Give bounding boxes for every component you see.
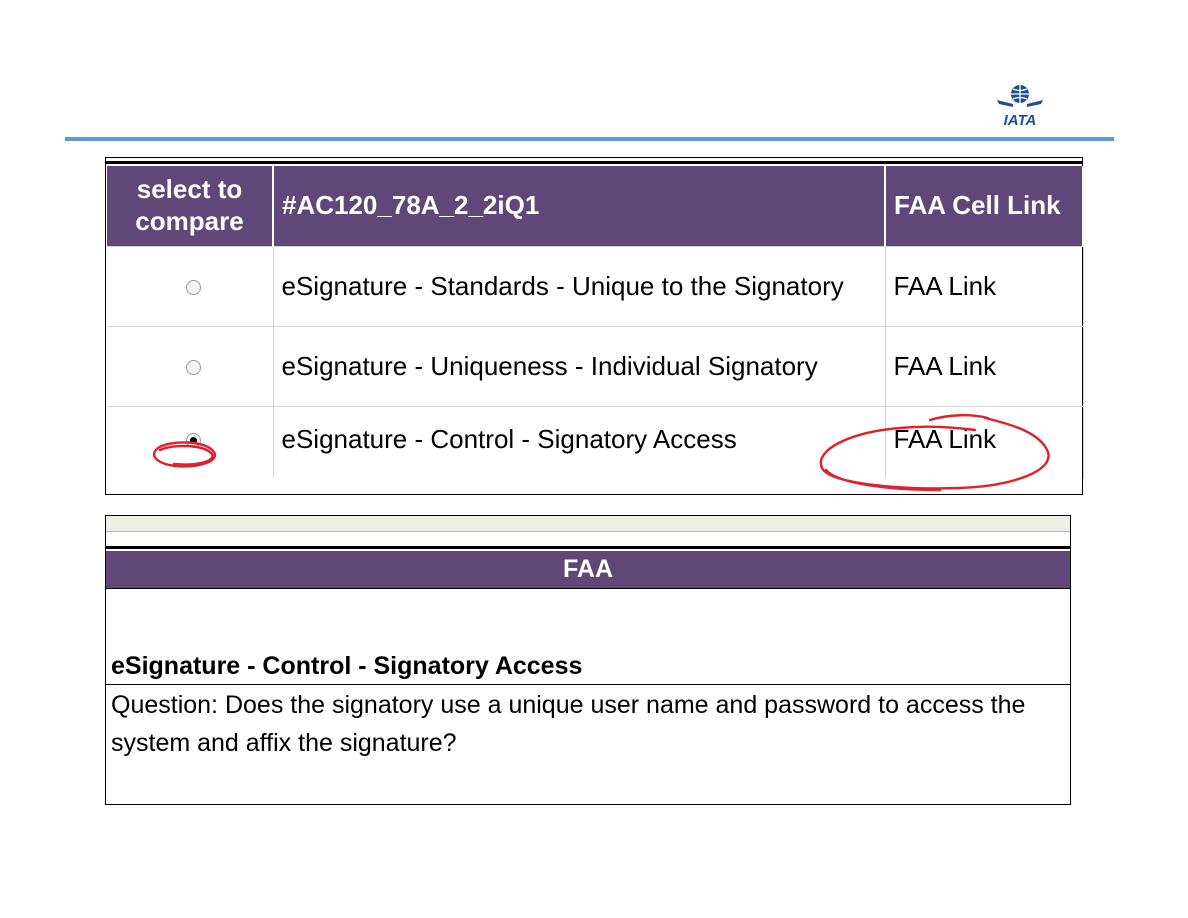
column-header-link: FAA Cell Link bbox=[885, 166, 1084, 246]
compare-radio-selected[interactable] bbox=[186, 433, 202, 449]
compare-header-row: select to compare #AC120_78A_2_2iQ1 FAA … bbox=[107, 166, 1084, 246]
detail-divider bbox=[106, 684, 1070, 685]
select-cell bbox=[107, 405, 274, 478]
requirement-title: eSignature - Standards - Unique to the S… bbox=[273, 245, 886, 326]
column-header-id: #AC120_78A_2_2iQ1 bbox=[273, 166, 886, 246]
detail-title: eSignature - Control - Signatory Access bbox=[111, 652, 583, 680]
header-rule bbox=[65, 137, 1114, 141]
iata-logo: IATA bbox=[997, 85, 1043, 128]
panel-top-rule bbox=[106, 161, 1083, 164]
faa-link[interactable]: FAA Link bbox=[894, 424, 997, 454]
detail-toolbar bbox=[106, 516, 1070, 532]
table-row: eSignature - Uniqueness - Individual Sig… bbox=[107, 325, 1084, 406]
faa-link[interactable]: FAA Link bbox=[894, 271, 997, 301]
requirement-title: eSignature - Control - Signatory Access bbox=[273, 405, 886, 478]
select-cell bbox=[107, 245, 274, 326]
table-row: eSignature - Control - Signatory Access … bbox=[107, 405, 1084, 478]
column-header-select: select to compare bbox=[107, 166, 274, 246]
faa-link-cell: FAA Link bbox=[885, 405, 1084, 478]
logo-text: IATA bbox=[1004, 112, 1037, 128]
faa-link-cell: FAA Link bbox=[885, 325, 1084, 406]
faa-detail-panel: FAA eSignature - Control - Signatory Acc… bbox=[105, 515, 1071, 805]
detail-question: Question: Does the signatory use a uniqu… bbox=[111, 691, 1026, 757]
compare-panel: select to compare #AC120_78A_2_2iQ1 FAA … bbox=[105, 157, 1084, 495]
faa-link-cell: FAA Link bbox=[885, 245, 1084, 326]
detail-rule bbox=[106, 546, 1070, 549]
faa-link[interactable]: FAA Link bbox=[894, 351, 997, 381]
select-cell bbox=[107, 325, 274, 406]
table-row: eSignature - Standards - Unique to the S… bbox=[107, 245, 1084, 326]
compare-radio[interactable] bbox=[186, 360, 202, 376]
compare-table: select to compare #AC120_78A_2_2iQ1 FAA … bbox=[107, 166, 1084, 478]
detail-header: FAA bbox=[106, 551, 1070, 589]
compare-radio[interactable] bbox=[186, 280, 202, 296]
requirement-title: eSignature - Uniqueness - Individual Sig… bbox=[273, 325, 886, 406]
